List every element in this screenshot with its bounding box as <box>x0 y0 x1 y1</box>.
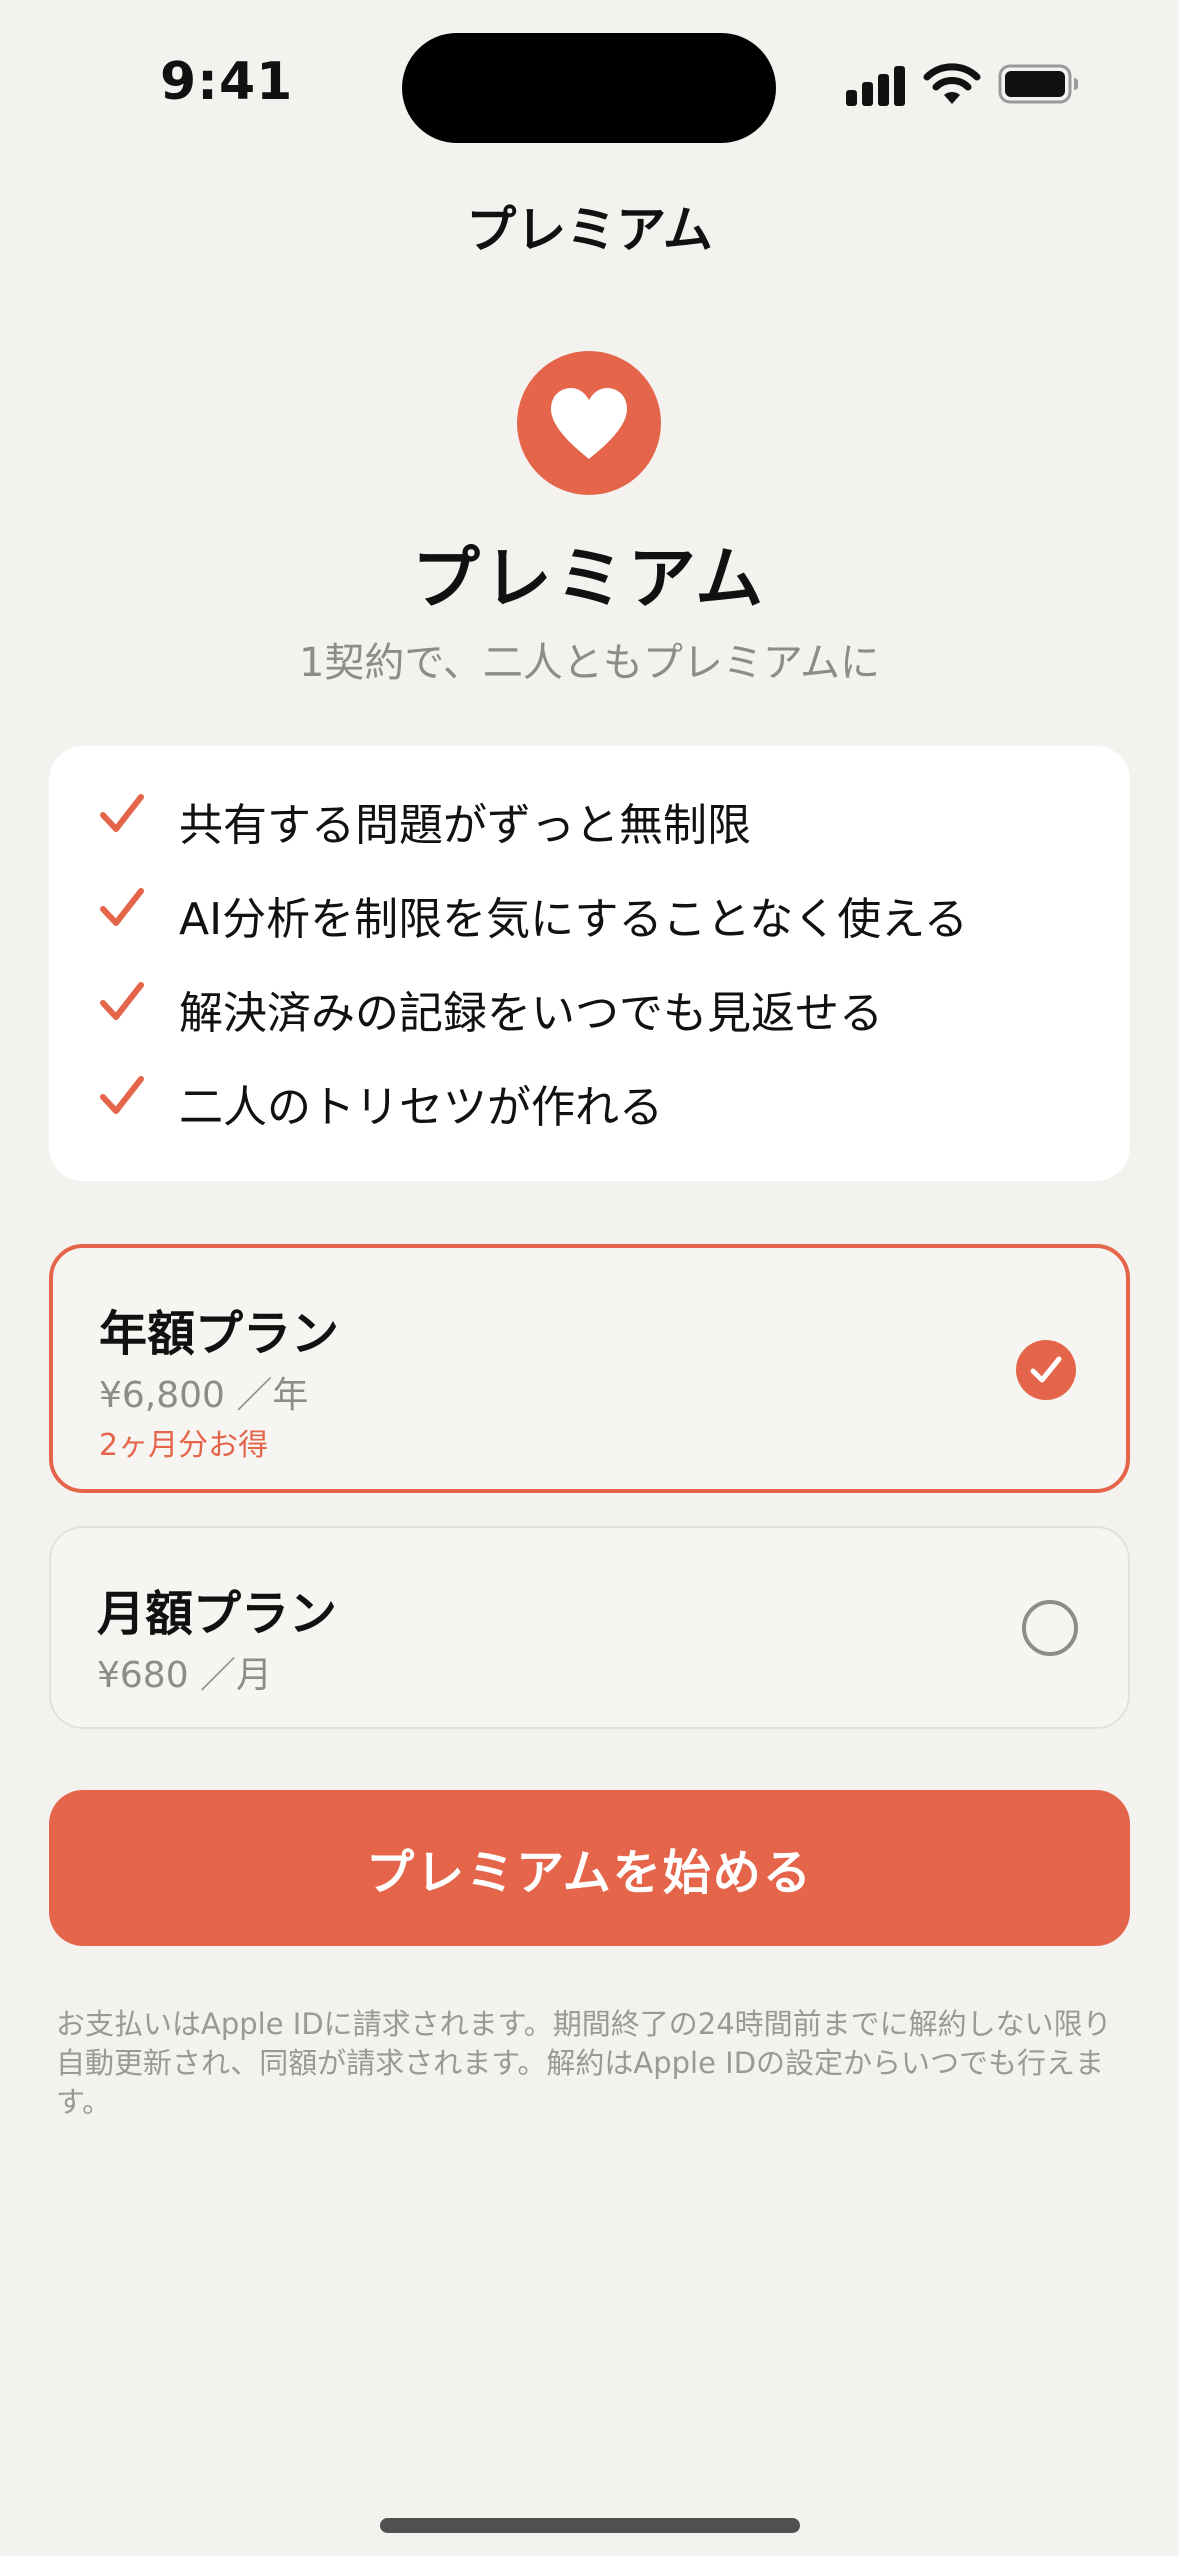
feature-item: 解決済みの記録をいつでも見返せる <box>49 969 1130 1049</box>
nav-title: プレミアム <box>466 201 713 259</box>
checkmark-icon <box>100 888 144 926</box>
feature-label: 解決済みの記録をいつでも見返せる <box>179 988 883 1039</box>
feature-item: 共有する問題がずっと無制限 <box>49 781 1130 861</box>
feature-item: AI分析を制限を気にすることなく使える <box>49 875 1130 955</box>
plan-option-yearly[interactable]: 年額プラン ¥6,800 ／年 2ヶ月分お得 <box>49 1244 1130 1493</box>
wifi-icon <box>922 60 982 108</box>
battery-icon <box>998 64 1080 108</box>
plan-discount-note: 2ヶ月分お得 <box>99 1428 269 1463</box>
plan-name: 月額プラン <box>97 1586 338 1642</box>
feature-item: 二人のトリセツが作れる <box>49 1063 1130 1143</box>
status-time: 9:41 <box>160 52 294 112</box>
heart-icon <box>551 388 627 459</box>
checkmark-icon <box>100 982 144 1020</box>
start-premium-button[interactable]: プレミアムを始める <box>49 1790 1130 1946</box>
radio-selected[interactable] <box>1016 1340 1076 1400</box>
premium-badge <box>517 351 661 495</box>
home-indicator <box>380 2518 800 2533</box>
status-bar: 9:41 <box>0 0 1179 170</box>
features-card: 共有する問題がずっと無制限 AI分析を制限を気にすることなく使える 解決済みの記… <box>49 746 1130 1181</box>
hero-subtitle: 1契約で、二人ともプレミアムに <box>298 640 881 686</box>
feature-label: AI分析を制限を気にすることなく使える <box>179 894 968 945</box>
plan-name: 年額プラン <box>99 1306 340 1362</box>
dynamic-island <box>402 33 776 143</box>
plan-price: ¥680 ／月 <box>97 1655 273 1696</box>
checkmark-icon <box>100 1076 144 1114</box>
legal-disclaimer: お支払いはApple IDに請求されます。期間終了の24時間前までに解約しない限… <box>56 2007 1112 2119</box>
hero-title: プレミアム <box>411 540 768 619</box>
feature-label: 共有する問題がずっと無制限 <box>179 800 751 851</box>
cellular-signal-icon <box>846 62 906 106</box>
checkmark-icon <box>1030 1356 1062 1383</box>
feature-label: 二人のトリセツが作れる <box>179 1082 663 1133</box>
checkmark-icon <box>100 794 144 832</box>
radio-unselected[interactable] <box>1022 1600 1078 1656</box>
plan-option-monthly[interactable]: 月額プラン ¥680 ／月 <box>49 1526 1130 1729</box>
plan-price: ¥6,800 ／年 <box>99 1375 309 1416</box>
